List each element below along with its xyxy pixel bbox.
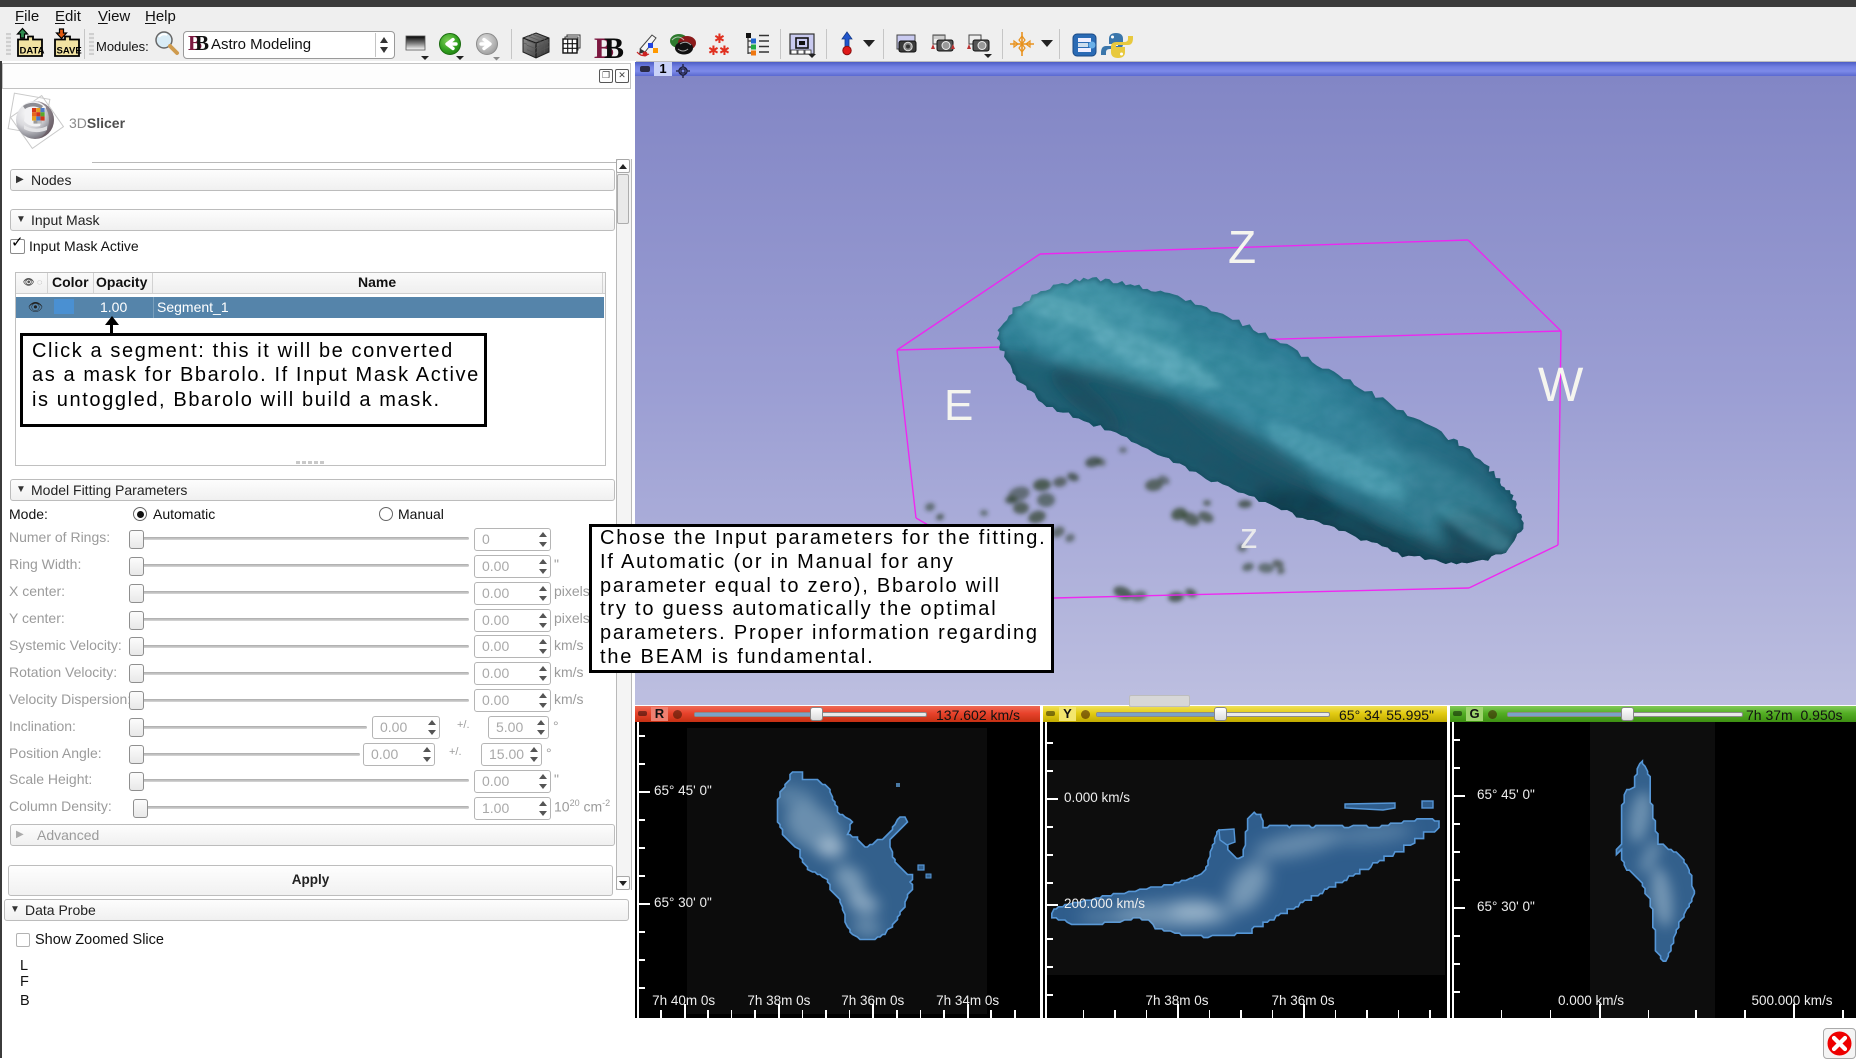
svg-text:W: W <box>1538 359 1584 412</box>
svg-text:B: B <box>195 31 209 55</box>
svg-text:SAVE: SAVE <box>57 46 82 57</box>
svg-text:Z: Z <box>1228 221 1256 273</box>
svg-text:E: E <box>944 381 973 430</box>
svg-text:✱: ✱ <box>719 43 730 58</box>
svg-text:DATA: DATA <box>20 46 45 57</box>
svg-text:✱: ✱ <box>708 43 719 58</box>
svg-text:B: B <box>604 32 624 61</box>
svg-text:z: z <box>1240 515 1258 556</box>
